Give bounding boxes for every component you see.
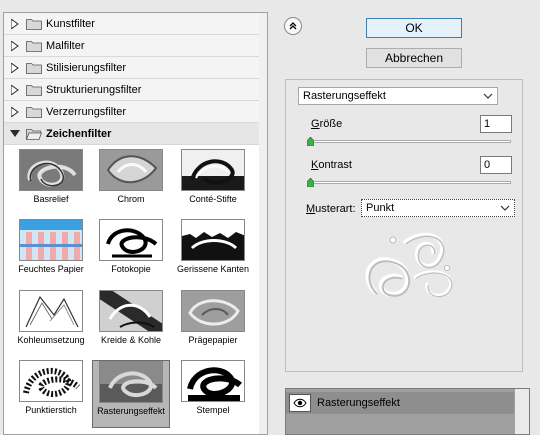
list-scrollbar[interactable] <box>259 13 267 434</box>
layer-scrollbar[interactable] <box>515 389 529 434</box>
filter-thumbnail-5[interactable]: Gerissene Kanten <box>174 219 252 287</box>
ok-button-label: OK <box>405 21 423 35</box>
collapse-gallery-button[interactable] <box>284 17 302 35</box>
open-folder-icon <box>25 128 43 140</box>
filter-category-list: Kunstfilter Malfilter Stilisierungsfilter S… <box>3 12 268 435</box>
filter-thumbnail-label: Fotokopie <box>111 264 151 274</box>
contrast-label: Kontrast <box>311 159 352 171</box>
chevron-down-icon <box>500 201 510 218</box>
filter-thumbnail-image <box>99 149 163 191</box>
filter-thumbnail-4[interactable]: Fotokopie <box>92 219 170 287</box>
filter-thumbnail-8[interactable]: Prägepapier <box>174 290 252 358</box>
filter-category-2[interactable]: Stilisierungsfilter <box>4 57 267 79</box>
folder-icon <box>26 106 42 118</box>
filter-thumbnail-image <box>99 361 163 403</box>
effect-layer-label: Rasterungseffekt <box>317 397 400 409</box>
filter-select-value: Rasterungseffekt <box>303 90 386 102</box>
filter-thumbnail-label: Conté-Stifte <box>189 194 237 204</box>
ok-button[interactable]: OK <box>366 18 462 38</box>
filter-category-3[interactable]: Strukturierungsfilter <box>4 79 267 101</box>
size-value: 1 <box>484 118 491 130</box>
size-label: Größe <box>311 118 343 130</box>
filter-thumbnail-image <box>181 290 245 332</box>
filter-category-4[interactable]: Verzerrungsfilter <box>4 101 267 123</box>
filter-thumbnail-label: Punktierstich <box>25 405 77 415</box>
filter-thumbnail-image <box>99 290 163 332</box>
filter-thumbnail-image <box>19 219 83 261</box>
filter-thumbnail-label: Kohleumsetzung <box>17 335 85 345</box>
size-slider-track[interactable] <box>310 140 511 143</box>
contrast-value: 0 <box>484 159 491 171</box>
filter-category-label: Zeichenfilter <box>46 127 112 140</box>
filter-category-0[interactable]: Kunstfilter <box>4 13 267 35</box>
pattern-label: Musterart: <box>306 203 356 215</box>
contrast-slider-track[interactable] <box>310 181 511 184</box>
size-input[interactable]: 1 <box>480 115 512 133</box>
filter-thumbnail-image <box>19 149 83 191</box>
filter-category-label: Verzerrungsfilter <box>46 105 127 118</box>
double-chevron-up-icon <box>289 22 297 30</box>
filter-category-5[interactable]: Zeichenfilter <box>4 123 267 145</box>
contrast-input[interactable]: 0 <box>480 156 512 174</box>
filter-thumbnail-9[interactable]: Punktierstich <box>12 360 90 428</box>
triangle-right-icon[interactable] <box>10 18 20 30</box>
filter-thumbnails: Basrelief Chrom Conté-Stifte Feuchtes Papie… <box>4 145 267 434</box>
filter-thumbnail-label: Basrelief <box>33 194 69 204</box>
chevron-down-icon <box>483 89 493 106</box>
filter-select[interactable]: Rasterungseffekt <box>298 87 498 105</box>
filter-thumbnail-image <box>19 360 83 402</box>
filter-category-label: Kunstfilter <box>46 17 95 30</box>
filter-thumbnail-image <box>181 149 245 191</box>
filter-thumbnail-label: Feuchtes Papier <box>18 264 84 274</box>
cancel-button-label: Abbrechen <box>384 51 444 65</box>
filter-thumbnail-11[interactable]: Stempel <box>174 360 252 428</box>
filter-thumbnail-image <box>181 360 245 402</box>
folder-icon <box>26 18 42 30</box>
filter-thumbnail-image <box>99 219 163 261</box>
filter-category-label: Strukturierungsfilter <box>46 83 142 96</box>
filter-thumbnail-image <box>181 219 245 261</box>
filter-thumbnail-label: Gerissene Kanten <box>176 264 250 274</box>
filter-category-1[interactable]: Malfilter <box>4 35 267 57</box>
triangle-right-icon[interactable] <box>10 84 20 96</box>
triangle-down-icon[interactable] <box>10 128 20 140</box>
filter-thumbnail-0[interactable]: Basrelief <box>12 149 90 217</box>
pattern-select-value: Punkt <box>366 202 395 214</box>
filter-thumbnail-label: Kreide & Kohle <box>100 335 162 345</box>
filter-thumbnail-10[interactable]: Rasterungseffekt <box>92 360 170 428</box>
filter-preview-image <box>355 222 465 312</box>
filter-thumbnail-3[interactable]: Feuchtes Papier <box>12 219 90 287</box>
filter-category-label: Malfilter <box>46 39 85 52</box>
effect-layer-panel: Rasterungseffekt <box>285 388 530 435</box>
size-slider-thumb[interactable] <box>306 136 315 147</box>
folder-icon <box>26 62 42 74</box>
filter-thumbnail-6[interactable]: Kohleumsetzung <box>12 290 90 358</box>
pattern-select[interactable]: Punkt <box>361 199 515 217</box>
triangle-right-icon[interactable] <box>10 62 20 74</box>
triangle-right-icon[interactable] <box>10 106 20 118</box>
filter-thumbnail-2[interactable]: Conté-Stifte <box>174 149 252 217</box>
effect-layer-row[interactable]: Rasterungseffekt <box>286 392 514 414</box>
triangle-right-icon[interactable] <box>10 40 20 52</box>
cancel-button[interactable]: Abbrechen <box>366 48 462 68</box>
filter-thumbnail-7[interactable]: Kreide & Kohle <box>92 290 170 358</box>
filter-thumbnail-label: Chrom <box>117 194 145 204</box>
filter-thumbnail-label: Prägepapier <box>188 335 238 345</box>
filter-thumbnail-label: Rasterungseffekt <box>97 406 165 416</box>
folder-icon <box>26 40 42 52</box>
contrast-slider-thumb[interactable] <box>306 177 315 188</box>
filter-thumbnail-image <box>19 290 83 332</box>
folder-icon <box>26 84 42 96</box>
filter-thumbnail-label: Stempel <box>196 405 230 415</box>
filter-thumbnail-1[interactable]: Chrom <box>92 149 170 217</box>
filter-category-label: Stilisierungsfilter <box>46 61 127 74</box>
eye-icon[interactable] <box>289 394 311 412</box>
